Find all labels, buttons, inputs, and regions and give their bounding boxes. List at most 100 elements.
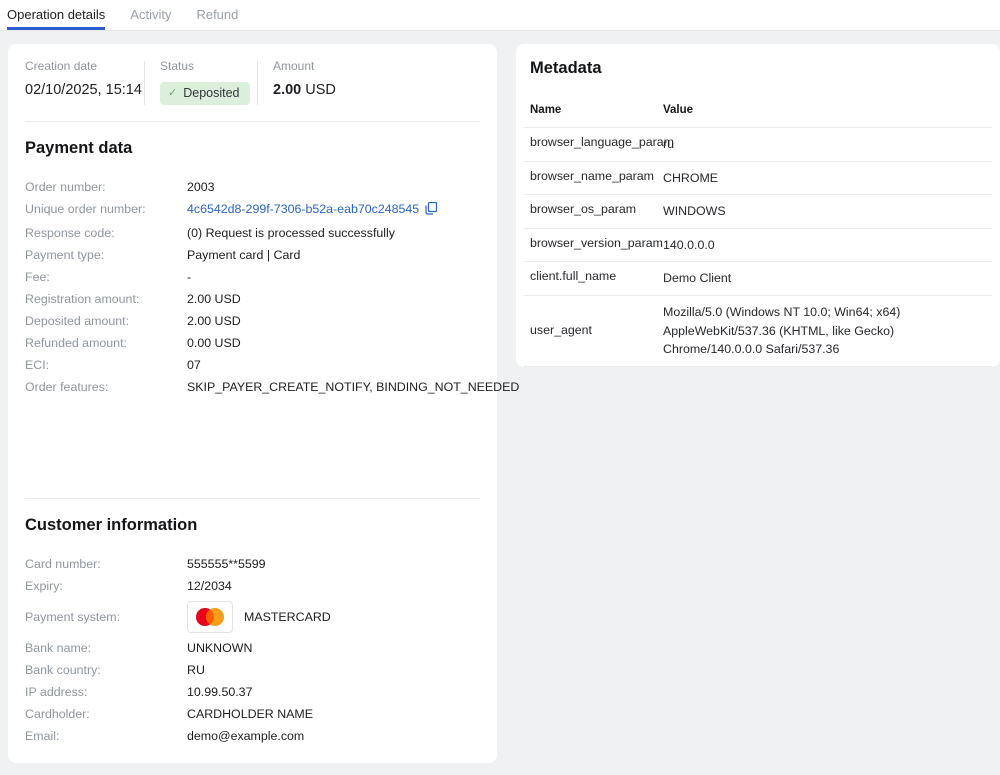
row-value: - [187,270,191,285]
status-badge-text: Deposited [183,86,239,100]
copy-icon[interactable] [425,202,437,219]
row-value: 555555**5599 [187,557,266,572]
row-value: UNKNOWN [187,641,252,656]
metadata-col-value: Value [663,104,693,116]
row-value: RU [187,663,205,678]
row-value: MASTERCARD [187,601,331,633]
row-email: Email: demo@example.com [25,729,480,744]
unique-order-number-link[interactable]: 4c6542d8-299f-7306-b52a-eab70c248545 [187,202,419,216]
metadata-name: browser_os_param [530,202,663,221]
section-divider [25,498,480,499]
row-label: Expiry: [25,579,187,594]
metadata-card: Metadata Name Value browser_language_par… [516,44,1000,367]
summary-divider [257,61,258,105]
metadata-title: Metadata [524,59,992,78]
row-order-number: Order number: 2003 [25,180,480,195]
row-fee: Fee: - [25,270,480,285]
creation-date-label: Creation date [25,59,144,73]
row-value: 12/2034 [187,579,232,594]
metadata-name: user_agent [530,323,663,338]
metadata-value: Mozilla/5.0 (Windows NT 10.0; Win64; x64… [663,303,986,359]
row-value: 2003 [187,180,215,195]
tab-refund[interactable]: Refund [196,0,238,30]
row-bank-name: Bank name: UNKNOWN [25,641,480,656]
metadata-value: WINDOWS [663,202,726,221]
row-label: Response code: [25,226,187,241]
table-row: browser_language_param ru [524,127,992,161]
row-unique-order-number: Unique order number: 4c6542d8-299f-7306-… [25,202,480,219]
row-label: ECI: [25,358,187,373]
amount-currency: USD [305,82,336,98]
tab-operation-details[interactable]: Operation details [7,0,105,30]
table-row: browser_name_param CHROME [524,161,992,195]
row-label: Fee: [25,270,187,285]
row-response-code: Response code: (0) Request is processed … [25,226,480,241]
payment-system-name: MASTERCARD [244,610,331,625]
row-value: 0.00 USD [187,336,241,351]
row-label: Payment type: [25,248,187,263]
row-label: Order features: [25,380,187,395]
summary-row: Creation date 02/10/2025, 15:14 Status ✓… [25,44,480,121]
row-eci: ECI: 07 [25,358,480,373]
tab-bar: Operation details Activity Refund [0,0,1000,31]
row-refunded-amount: Refunded amount: 0.00 USD [25,336,480,351]
table-row: browser_os_param WINDOWS [524,194,992,228]
row-value: 2.00 USD [187,314,241,329]
status-block: Status ✓ Deposited [160,59,257,105]
row-label: Email: [25,729,187,744]
metadata-col-name: Name [530,104,663,116]
metadata-name: client.full_name [530,269,663,288]
summary-divider [144,61,145,105]
row-label: Registration amount: [25,292,187,307]
spacer [25,402,480,498]
row-value: CARDHOLDER NAME [187,707,313,722]
metadata-name: browser_language_param [530,135,663,154]
row-label: Unique order number: [25,202,187,217]
status-badge: ✓ Deposited [160,82,250,105]
creation-date-block: Creation date 02/10/2025, 15:14 [25,59,144,105]
row-label: Payment system: [25,610,187,625]
row-label: Refunded amount: [25,336,187,351]
metadata-table-header: Name Value [524,78,992,127]
metadata-value: CHROME [663,169,718,188]
tab-activity[interactable]: Activity [130,0,171,30]
metadata-name: browser_version_param [530,236,663,255]
amount-value: 2.00 USD [273,82,480,98]
row-label: Deposited amount: [25,314,187,329]
row-value: demo@example.com [187,729,304,744]
status-label: Status [160,59,257,73]
row-value: SKIP_PAYER_CREATE_NOTIFY, BINDING_NOT_NE… [187,380,519,395]
metadata-value: Demo Client [663,269,731,288]
customer-information-title: Customer information [25,516,480,535]
row-value: 4c6542d8-299f-7306-b52a-eab70c248545 [187,202,437,219]
row-expiry: Expiry: 12/2034 [25,579,480,594]
row-payment-system: Payment system: MASTERCARD [25,601,480,633]
row-cardholder: Cardholder: CARDHOLDER NAME [25,707,480,722]
row-label: IP address: [25,685,187,700]
row-label: Order number: [25,180,187,195]
row-value: 10.99.50.37 [187,685,252,700]
amount-number: 2.00 [273,82,301,98]
row-value: Payment card | Card [187,248,300,263]
row-value: (0) Request is processed successfully [187,226,395,241]
row-order-features: Order features: SKIP_PAYER_CREATE_NOTIFY… [25,380,480,395]
row-deposited-amount: Deposited amount: 2.00 USD [25,314,480,329]
row-value: 2.00 USD [187,292,241,307]
row-card-number: Card number: 555555**5599 [25,557,480,572]
amount-block: Amount 2.00 USD [273,59,480,105]
row-value: 07 [187,358,201,373]
table-row: client.full_name Demo Client [524,261,992,295]
mastercard-icon [187,601,233,633]
row-label: Bank country: [25,663,187,678]
row-label: Cardholder: [25,707,187,722]
metadata-value: 140.0.0.0 [663,236,715,255]
metadata-name: browser_name_param [530,169,663,188]
amount-label: Amount [273,59,480,73]
table-row: user_agent Mozilla/5.0 (Windows NT 10.0;… [524,295,992,367]
row-registration-amount: Registration amount: 2.00 USD [25,292,480,307]
row-label: Bank name: [25,641,187,656]
row-ip-address: IP address: 10.99.50.37 [25,685,480,700]
creation-date-value: 02/10/2025, 15:14 [25,82,144,98]
table-row: browser_version_param 140.0.0.0 [524,228,992,262]
operation-details-card: Creation date 02/10/2025, 15:14 Status ✓… [8,44,497,763]
